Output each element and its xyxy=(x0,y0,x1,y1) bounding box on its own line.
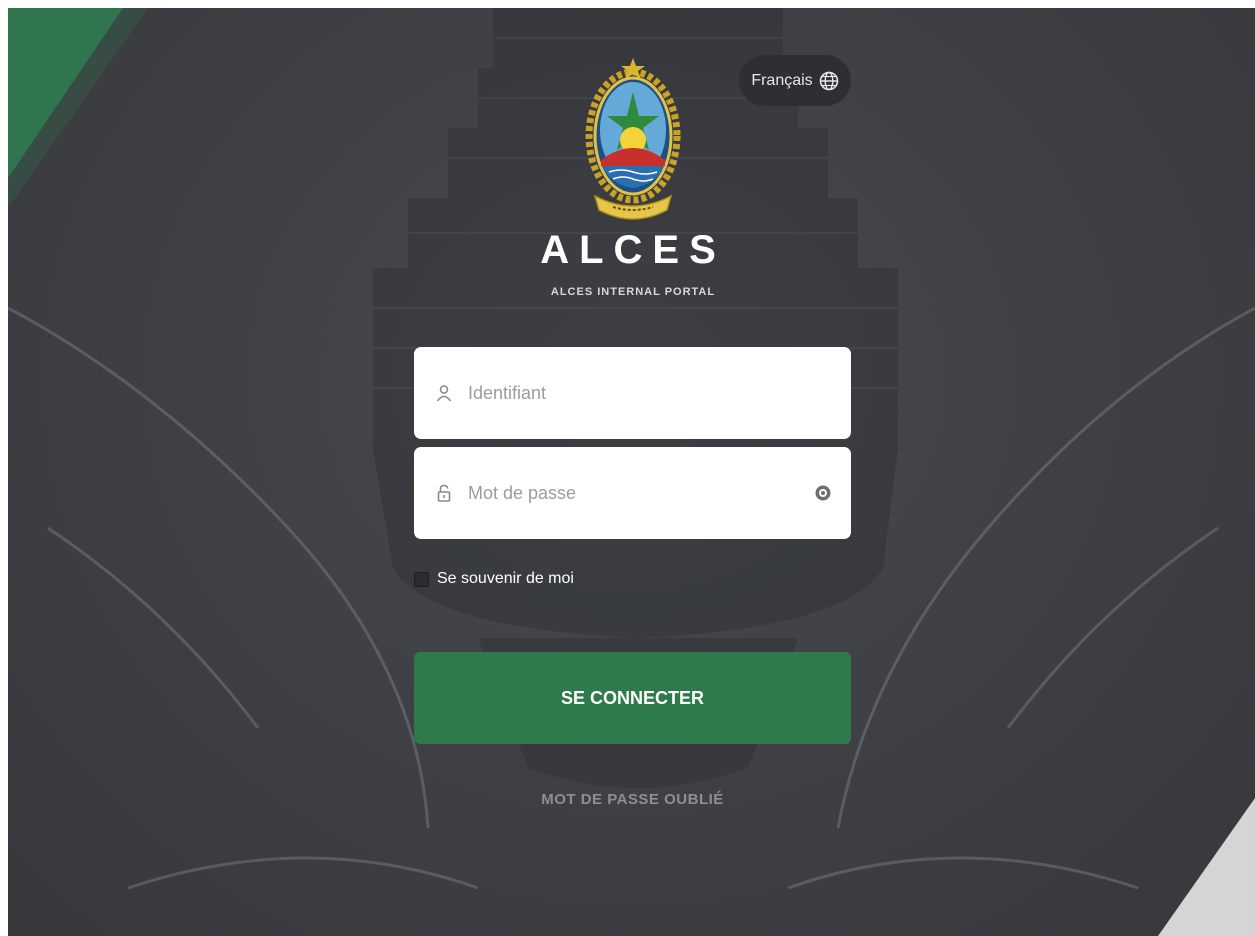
user-icon xyxy=(436,385,452,402)
login-screen: Français ALCES ALCES INTERNAL PORTAL Ide… xyxy=(8,8,1255,936)
coat-of-arms-logo xyxy=(585,58,681,220)
brand-subtitle: ALCES INTERNAL PORTAL xyxy=(550,286,716,298)
username-input[interactable] xyxy=(466,381,833,405)
username-field[interactable] xyxy=(414,347,851,439)
brand-title: ALCES xyxy=(540,228,726,272)
password-input[interactable] xyxy=(466,481,813,505)
password-field[interactable] xyxy=(414,447,851,539)
language-selector[interactable]: Français xyxy=(739,55,851,106)
login-button[interactable]: SE CONNECTER xyxy=(414,652,851,744)
forgot-password-link[interactable]: MOT DE PASSE OUBLIÉ xyxy=(414,791,851,808)
remember-label[interactable]: Se souvenir de moi xyxy=(437,570,574,588)
remember-checkbox[interactable] xyxy=(414,571,429,587)
globe-icon xyxy=(819,71,838,90)
lock-icon xyxy=(437,484,451,502)
eye-icon[interactable] xyxy=(813,483,833,503)
language-label: Français xyxy=(751,71,813,89)
remember-me: Se souvenir de moi xyxy=(414,568,574,590)
